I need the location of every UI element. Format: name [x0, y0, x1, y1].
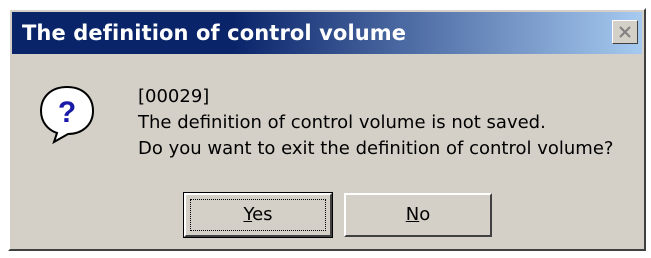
svg-text:?: ? — [58, 96, 76, 129]
yes-button[interactable]: Yes — [183, 192, 333, 238]
close-button[interactable] — [612, 20, 638, 44]
message-dialog: The definition of control volume ? [0002… — [8, 8, 646, 251]
no-button-label: No — [405, 204, 431, 225]
message-text: [00029] The definition of control volume… — [138, 84, 613, 162]
close-icon — [619, 26, 631, 38]
yes-button-label: Yes — [243, 204, 273, 225]
no-button[interactable]: No — [344, 193, 492, 237]
message-code: [00029] — [138, 86, 210, 107]
message-line-2: Do you want to exit the definition of co… — [138, 138, 614, 159]
title-bar[interactable]: The definition of control volume — [12, 12, 642, 54]
question-icon: ? — [39, 85, 95, 144]
message-line-1: The definition of control volume is not … — [138, 112, 546, 133]
dialog-title: The definition of control volume — [22, 21, 407, 45]
